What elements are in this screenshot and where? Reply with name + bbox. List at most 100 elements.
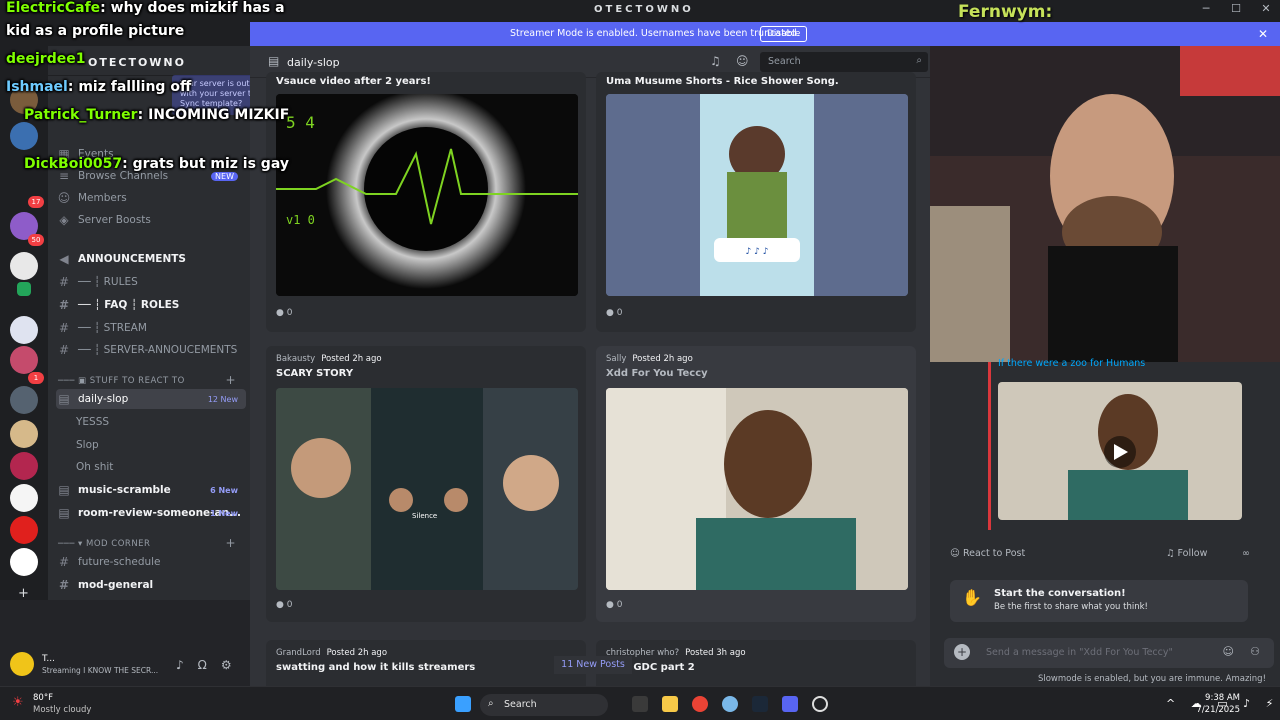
post-thumbnail[interactable]: ♪ ♪ ♪: [606, 94, 908, 296]
sidebar-item-music-scramble[interactable]: ▤ music-scramble 6 New: [56, 480, 246, 500]
forum-post-selected[interactable]: Sally Posted 2h ago Xdd For You Teccy ● 0: [596, 346, 916, 622]
server-icon[interactable]: [10, 122, 38, 150]
microphone-icon[interactable]: ♪: [176, 658, 184, 672]
weather-icon: ☀: [12, 695, 24, 710]
app-icon[interactable]: [722, 696, 738, 712]
sidebar-item-announcements[interactable]: ◀ ANNOUNCEMENTS: [56, 249, 246, 269]
thread-slop[interactable]: Slop: [76, 435, 246, 455]
channel-name: daily-slop: [287, 56, 340, 69]
avatar[interactable]: [10, 652, 34, 676]
banner-close-icon[interactable]: ✕: [1258, 27, 1268, 41]
gear-icon[interactable]: ⚙: [221, 658, 232, 672]
unread-badge: 1: [28, 372, 44, 384]
close-icon[interactable]: ✕: [1260, 2, 1272, 15]
sidebar-item-server-annoucements[interactable]: # ── ┆ SERVER-ANNOUCEMENTS: [56, 340, 246, 360]
thread-yesss[interactable]: YESSS: [76, 412, 246, 432]
sidebar-item-members[interactable]: ☺ Members: [56, 188, 246, 208]
category-mod-corner[interactable]: ─── ▾ MOD CORNER +: [58, 536, 248, 550]
add-channel-icon[interactable]: +: [225, 373, 236, 387]
message-input[interactable]: + Send a message in "Xdd For You Teccy" …: [944, 638, 1274, 668]
channel-sidebar: OTECTOWNO ▦ Events ≡ Browse Channels NEW ☺ M…: [48, 46, 250, 686]
add-attachment-icon[interactable]: +: [954, 644, 970, 660]
search-icon: ⌕: [488, 698, 494, 709]
user-panel: T... Streaming I KNOW THE SECR... ♪ Ω ⚙: [0, 600, 250, 686]
sidebar-item-daily-slop[interactable]: ▤ daily-slop 12 New: [56, 389, 246, 409]
sidebar-item-stream[interactable]: # ── ┆ STREAM: [56, 318, 246, 338]
react-to-post-button[interactable]: ☺ React to Post: [950, 548, 1025, 559]
chat-message: kid as a profile picture: [6, 23, 185, 39]
post-title: SCARY STORY: [276, 368, 354, 379]
taskbar-search[interactable]: ⌕ Search: [480, 694, 608, 716]
hash-icon: #: [58, 578, 70, 592]
sidebar-item-faq-roles[interactable]: # ── ┆ FAQ ┆ ROLES: [56, 295, 246, 315]
new-posts-button[interactable]: 11 New Posts: [554, 656, 632, 674]
forum-post[interactable]: Vsauce video after 2 years! 5 4 v1 0 ● 0: [266, 72, 586, 332]
forum-icon: ▤: [268, 54, 280, 68]
message-placeholder: Send a message in "Xdd For You Teccy": [986, 647, 1173, 658]
add-server-icon[interactable]: +: [18, 586, 29, 601]
chrome-icon[interactable]: [692, 696, 708, 712]
follow-button[interactable]: ♫ Follow: [1166, 548, 1207, 559]
bell-icon[interactable]: ♫: [710, 54, 721, 68]
banner-text: Streamer Mode is enabled. Usernames have…: [510, 28, 800, 39]
server-icon[interactable]: [10, 252, 38, 280]
post-author: Bakausty Posted 2h ago: [276, 354, 382, 364]
server-icon[interactable]: [10, 452, 38, 480]
sidebar-item-future-schedule[interactable]: # future-schedule: [56, 552, 246, 572]
file-explorer-icon[interactable]: [662, 696, 678, 712]
server-icon[interactable]: [10, 420, 38, 448]
headphones-icon[interactable]: Ω: [198, 658, 207, 672]
embed-video-thumbnail[interactable]: [998, 382, 1242, 520]
taskbar: ☀ 80°F Mostly cloudy ⌕ Search ^ ☁ ▭ ♪ ⚡ …: [0, 686, 1280, 720]
embed-title[interactable]: If there were a zoo for Humans: [998, 358, 1145, 369]
minimize-icon[interactable]: ─: [1200, 2, 1212, 15]
server-icon[interactable]: [10, 386, 38, 414]
steam-icon[interactable]: [752, 696, 768, 712]
link-icon[interactable]: ∞: [1242, 548, 1250, 559]
streamer-mode-banner: Streamer Mode is enabled. Usernames have…: [250, 22, 1280, 46]
server-icon[interactable]: [10, 316, 38, 344]
svg-text:5 4: 5 4: [286, 113, 315, 132]
user-name: T...: [42, 654, 56, 664]
server-icon[interactable]: [10, 516, 38, 544]
chat-message: Ishmael: miz fallling off: [6, 79, 192, 95]
task-view-icon[interactable]: [632, 696, 648, 712]
server-icon[interactable]: [10, 484, 38, 512]
user-controls: ♪ Ω ⚙: [176, 658, 232, 672]
post-thumbnail[interactable]: Silence: [276, 388, 578, 590]
chat-message: deejrdee1: [6, 51, 86, 67]
server-icon[interactable]: [17, 282, 31, 296]
hash-icon: #: [58, 298, 70, 312]
members-icon: ☺: [57, 191, 71, 205]
members-icon[interactable]: ☺: [736, 54, 749, 68]
sidebar-item-rules[interactable]: # ── ┆ RULES: [56, 272, 246, 292]
sidebar-item-mod-general[interactable]: # mod-general: [56, 575, 246, 595]
start-title: Start the conversation!: [994, 588, 1126, 599]
sidebar-item-server-boosts[interactable]: ◈ Server Boosts: [56, 210, 246, 230]
reply-count: ● 0: [606, 308, 623, 318]
emoji-icon[interactable]: ☺: [1223, 645, 1234, 658]
post-thumbnail[interactable]: 5 4 v1 0: [276, 94, 578, 296]
comment-icon: ●: [606, 308, 617, 318]
server-icon[interactable]: [10, 346, 38, 374]
search-input[interactable]: Search ⌕: [760, 52, 928, 72]
forum-post[interactable]: Bakausty Posted 2h ago SCARY STORY Silenc…: [266, 346, 586, 622]
reply-count: ● 0: [606, 600, 623, 610]
forum-post[interactable]: Uma Musume Shorts - Rice Shower Song. ♪ …: [596, 72, 916, 332]
unread-badge: 50: [28, 234, 44, 246]
obs-icon[interactable]: [812, 696, 828, 712]
category-stuff-to-react-to[interactable]: ─── ▣ STUFF TO REACT TO +: [58, 373, 248, 387]
reply-count: ● 0: [276, 600, 293, 610]
server-icon[interactable]: [10, 548, 38, 576]
gamepad-icon[interactable]: ⚇: [1250, 645, 1260, 658]
windows-start-icon[interactable]: [455, 696, 471, 712]
comment-icon: ●: [276, 600, 287, 610]
sidebar-item-room-review[interactable]: ▤ room-review-someone-an... 1 New: [56, 503, 246, 523]
add-channel-icon[interactable]: +: [225, 536, 236, 550]
discord-icon[interactable]: [782, 696, 798, 712]
thread-oh-shit[interactable]: Oh shit: [76, 457, 246, 477]
maximize-icon[interactable]: ☐: [1230, 2, 1242, 15]
disable-button[interactable]: Disable: [760, 26, 808, 42]
post-thumbnail[interactable]: [606, 388, 908, 590]
clock[interactable]: 9:38 AM 7/21/2025: [1196, 692, 1240, 716]
